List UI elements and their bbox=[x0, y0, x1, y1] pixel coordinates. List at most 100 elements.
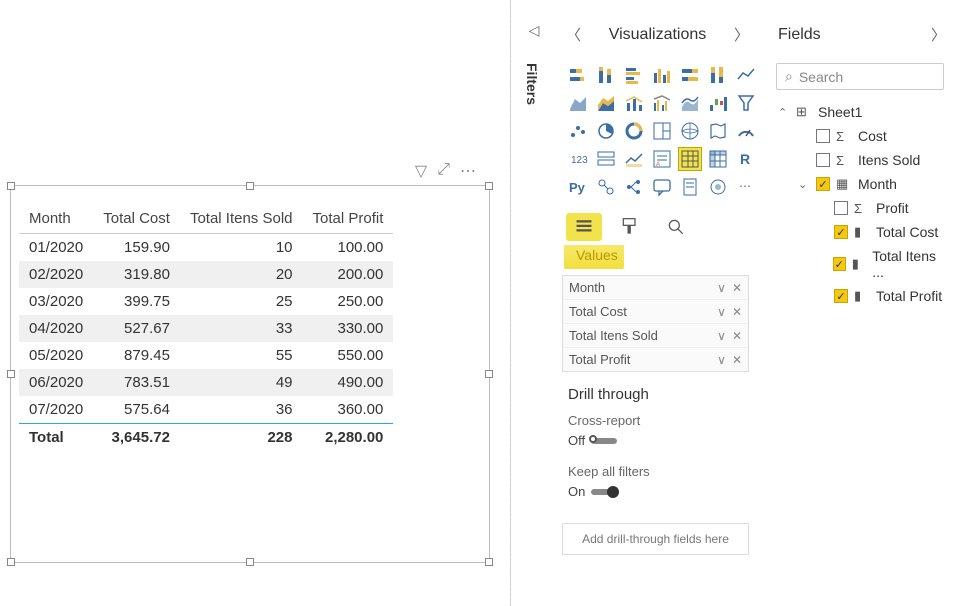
column-header[interactable]: Total Cost bbox=[93, 204, 180, 234]
filled-map-icon[interactable] bbox=[706, 119, 730, 143]
stacked-bar-100-icon[interactable] bbox=[678, 63, 702, 87]
remove-icon[interactable]: ✕ bbox=[732, 353, 742, 367]
expand-filters-icon[interactable]: ◁ bbox=[524, 22, 544, 39]
key-influencers-icon[interactable] bbox=[594, 175, 618, 199]
remove-icon[interactable]: ✕ bbox=[732, 305, 742, 319]
report-canvas[interactable]: ▽ ⤢ ⋯ Month Total Cost Total Itens Sold … bbox=[10, 185, 490, 563]
field-item[interactable]: ✓▮Total Itens ... bbox=[814, 244, 946, 284]
resize-handle[interactable] bbox=[7, 558, 15, 566]
table-row[interactable]: 04/2020527.6733330.00 bbox=[19, 315, 393, 342]
visual-selection[interactable]: Month Total Cost Total Itens Sold Total … bbox=[10, 185, 490, 563]
line-stacked-column-icon[interactable] bbox=[622, 91, 646, 115]
stacked-column-icon[interactable] bbox=[594, 63, 618, 87]
more-visuals-icon[interactable]: ⋯ bbox=[734, 175, 758, 199]
cross-report-toggle[interactable]: Off bbox=[568, 433, 617, 448]
chevron-down-icon[interactable]: ∨ bbox=[717, 281, 726, 295]
resize-handle[interactable] bbox=[485, 182, 493, 190]
caret-icon[interactable]: ⌃ bbox=[778, 106, 790, 119]
column-header[interactable]: Total Itens Sold bbox=[180, 204, 303, 234]
expand-icon[interactable]: 〉 bbox=[734, 24, 749, 45]
remove-icon[interactable]: ✕ bbox=[732, 329, 742, 343]
format-tab[interactable] bbox=[612, 213, 648, 241]
fields-search[interactable]: ⌕ Search bbox=[776, 63, 944, 90]
kpi-icon[interactable] bbox=[622, 147, 646, 171]
table-row[interactable]: 07/2020575.6436360.00 bbox=[19, 396, 393, 424]
pie-chart-icon[interactable] bbox=[594, 119, 618, 143]
slicer-icon[interactable]: A bbox=[650, 147, 674, 171]
arcgis-icon[interactable] bbox=[706, 175, 730, 199]
table-row[interactable]: 01/2020159.9010100.00 bbox=[19, 234, 393, 262]
waterfall-icon[interactable] bbox=[706, 91, 730, 115]
stacked-column-100-icon[interactable] bbox=[706, 63, 730, 87]
python-visual-icon[interactable]: Py bbox=[566, 175, 590, 199]
more-icon[interactable]: ⋯ bbox=[460, 161, 476, 181]
well-item[interactable]: Total Itens Sold∨✕ bbox=[563, 324, 748, 348]
decomposition-icon[interactable] bbox=[622, 175, 646, 199]
treemap-icon[interactable] bbox=[650, 119, 674, 143]
expand-icon[interactable]: 〉 bbox=[931, 24, 946, 45]
resize-handle[interactable] bbox=[246, 182, 254, 190]
card-icon[interactable]: 123 bbox=[566, 147, 590, 171]
pane-divider[interactable] bbox=[510, 0, 511, 606]
line-clustered-column-icon[interactable] bbox=[650, 91, 674, 115]
chevron-down-icon[interactable]: ∨ bbox=[717, 305, 726, 319]
remove-icon[interactable]: ✕ bbox=[732, 281, 742, 295]
multi-row-card-icon[interactable] bbox=[594, 147, 618, 171]
focus-icon[interactable]: ⤢ bbox=[437, 161, 450, 181]
area-chart-icon[interactable] bbox=[566, 91, 590, 115]
caret-icon[interactable]: ⌄ bbox=[798, 178, 810, 191]
resize-handle[interactable] bbox=[7, 370, 15, 378]
ribbon-chart-icon[interactable] bbox=[678, 91, 702, 115]
paginated-icon[interactable] bbox=[678, 175, 702, 199]
checkbox[interactable]: ✓ bbox=[833, 257, 846, 271]
field-item[interactable]: ✓▮Total Cost bbox=[814, 220, 946, 244]
resize-handle[interactable] bbox=[7, 182, 15, 190]
drill-drop-zone[interactable]: Add drill-through fields here bbox=[562, 523, 749, 555]
clustered-column-icon[interactable] bbox=[650, 63, 674, 87]
r-visual-icon[interactable]: R bbox=[734, 147, 758, 171]
well-item[interactable]: Total Cost∨✕ bbox=[563, 300, 748, 324]
table-icon[interactable] bbox=[678, 147, 702, 171]
checkbox[interactable] bbox=[816, 153, 830, 167]
table-row[interactable]: 02/2020319.8020200.00 bbox=[19, 261, 393, 288]
field-item[interactable]: ΣProfit bbox=[814, 196, 946, 220]
chevron-down-icon[interactable]: ∨ bbox=[717, 353, 726, 367]
resize-handle[interactable] bbox=[485, 370, 493, 378]
field-item[interactable]: ΣItens Sold bbox=[796, 148, 946, 172]
filter-icon[interactable]: ▽ bbox=[415, 161, 427, 181]
gauge-icon[interactable] bbox=[734, 119, 758, 143]
table-row[interactable]: 06/2020783.5149490.00 bbox=[19, 369, 393, 396]
table-row[interactable]: 03/2020399.7525250.00 bbox=[19, 288, 393, 315]
field-item[interactable]: ✓▮Total Profit bbox=[814, 284, 946, 308]
fields-tab[interactable] bbox=[566, 213, 602, 241]
checkbox[interactable] bbox=[816, 129, 830, 143]
filters-pane[interactable]: ◁ Filters bbox=[524, 22, 544, 105]
column-header[interactable]: Month bbox=[19, 204, 93, 234]
map-icon[interactable] bbox=[678, 119, 702, 143]
keep-filters-toggle[interactable]: On bbox=[568, 484, 617, 499]
resize-handle[interactable] bbox=[485, 558, 493, 566]
table-visual[interactable]: Month Total Cost Total Itens Sold Total … bbox=[19, 204, 393, 451]
analytics-tab[interactable] bbox=[658, 213, 694, 241]
checkbox[interactable] bbox=[834, 201, 848, 215]
table-row[interactable]: 05/2020879.4555550.00 bbox=[19, 342, 393, 369]
clustered-bar-icon[interactable] bbox=[622, 63, 646, 87]
values-well[interactable]: Month∨✕ Total Cost∨✕ Total Itens Sold∨✕ … bbox=[562, 275, 749, 372]
donut-chart-icon[interactable] bbox=[622, 119, 646, 143]
table-node[interactable]: ⌃ ⊞ Sheet1 bbox=[776, 100, 946, 124]
checkbox[interactable]: ✓ bbox=[834, 225, 848, 239]
qa-icon[interactable] bbox=[650, 175, 674, 199]
well-item[interactable]: Total Profit∨✕ bbox=[563, 348, 748, 371]
checkbox[interactable]: ✓ bbox=[834, 289, 848, 303]
stacked-area-icon[interactable] bbox=[594, 91, 618, 115]
line-chart-icon[interactable] bbox=[734, 63, 758, 87]
column-header[interactable]: Total Profit bbox=[303, 204, 394, 234]
chevron-down-icon[interactable]: ∨ bbox=[717, 329, 726, 343]
well-item[interactable]: Month∨✕ bbox=[563, 276, 748, 300]
resize-handle[interactable] bbox=[246, 558, 254, 566]
field-item[interactable]: ⌄✓▦Month bbox=[796, 172, 946, 196]
collapse-icon[interactable]: 〈 bbox=[566, 24, 581, 45]
checkbox[interactable]: ✓ bbox=[816, 177, 830, 191]
funnel-icon[interactable] bbox=[734, 91, 758, 115]
stacked-bar-icon[interactable] bbox=[566, 63, 590, 87]
